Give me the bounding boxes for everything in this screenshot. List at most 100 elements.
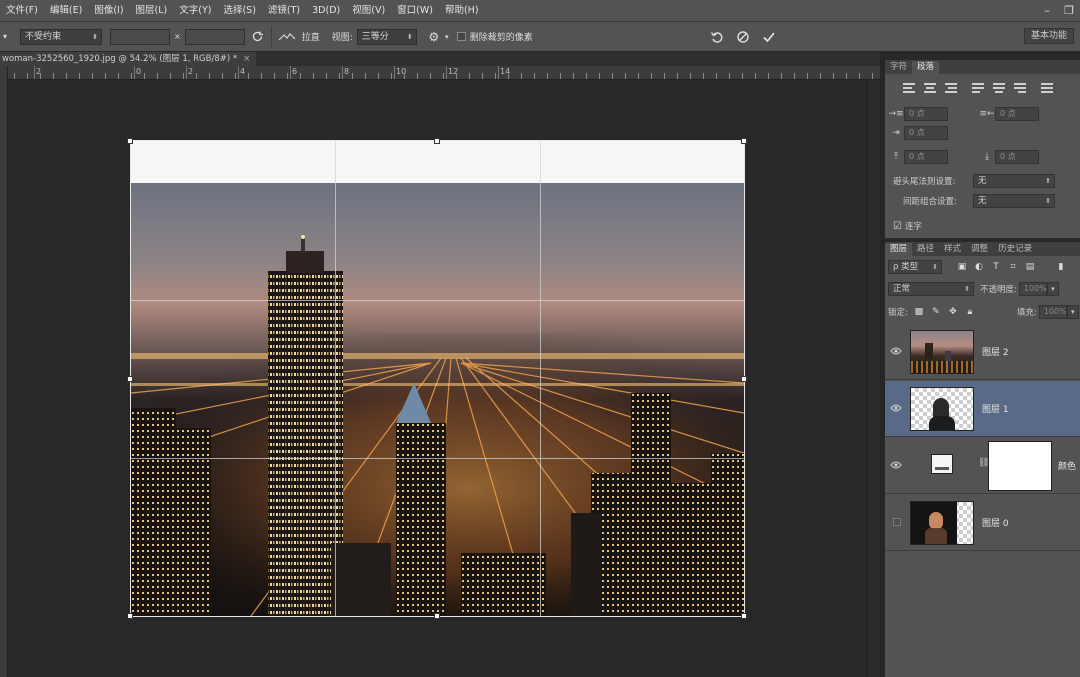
overlay-view-select[interactable]: 三等分 ⬍ [356,28,417,45]
vertical-scrollbar[interactable] [867,81,880,677]
space-before-input[interactable]: 0 点 [904,150,948,164]
chevron-down-icon[interactable]: ▾ [443,28,451,46]
delete-cropped-checkbox[interactable] [456,32,466,41]
minimize-button[interactable]: – [1036,0,1058,20]
align-left-icon[interactable] [902,82,916,94]
opacity-input[interactable]: 100% [1018,282,1047,296]
lock-icon[interactable]: 🔒︎ [964,306,976,318]
crop-tool-preset-icon[interactable]: ▾ [0,28,14,46]
justify-last-center-icon[interactable] [992,82,1006,94]
space-after-input[interactable]: 0 点 [995,150,1039,164]
layer-name[interactable]: 图层 1 [982,402,1009,415]
document-tab[interactable]: woman-3252560_1920.jpg @ 54.2% (图层 1, RG… [0,52,257,66]
menu-image[interactable]: 图像(I) [88,0,129,22]
left-indent-input[interactable]: 0 点 [904,107,948,121]
menu-3d[interactable]: 3D(D) [306,0,346,22]
eye-icon[interactable] [890,460,902,470]
crop-handle-left[interactable] [127,376,133,382]
menu-type[interactable]: 文字(Y) [173,0,217,22]
justify-last-left-icon[interactable] [971,82,985,94]
crop-handle-bottom[interactable] [434,613,440,619]
eye-icon[interactable] [890,346,902,356]
reset-crop-icon[interactable] [708,28,726,46]
horizontal-ruler[interactable]: 2 0 2 4 6 8 10 12 14 [8,66,880,80]
ruler-minor-tick [391,73,392,79]
vertical-ruler[interactable] [0,66,8,677]
menu-window[interactable]: 窗口(W) [391,0,439,22]
lock-image-icon[interactable]: ✎ [930,306,942,318]
visibility-toggle[interactable] [893,518,901,526]
crop-handle-top-left[interactable] [127,138,133,144]
ruler-minor-tick [235,73,236,79]
ruler-minor-tick [690,73,691,79]
workspace-switcher[interactable]: 基本功能 [1023,28,1074,44]
crop-width-input[interactable] [110,28,170,45]
layer-name[interactable]: 颜色 [1058,459,1076,472]
swap-dimensions-icon[interactable] [249,28,267,46]
gear-icon[interactable]: ⚙ [425,28,443,46]
checkmark-icon[interactable]: ☑ [893,221,902,232]
artboard[interactable] [131,141,744,616]
align-right-icon[interactable] [944,82,958,94]
lock-position-icon[interactable]: ✥ [947,306,959,318]
first-line-indent-input[interactable]: 0 点 [904,126,948,140]
type-filter-icon[interactable]: T [990,261,1002,273]
mojikumi-select[interactable]: 无 ⬍ [973,194,1055,208]
filter-toggle-icon[interactable]: ▮ [1055,261,1067,273]
menu-select[interactable]: 选择(S) [217,0,261,22]
restore-button[interactable]: ❐ [1058,0,1080,20]
layer-name[interactable]: 图层 2 [982,345,1009,358]
crop-handle-bottom-left[interactable] [127,613,133,619]
crop-handle-bottom-right[interactable] [741,613,747,619]
layer-mask-thumbnail[interactable] [988,441,1052,491]
ruler-minor-tick [300,73,301,79]
chevron-down-icon[interactable]: ▾ [1066,305,1079,319]
fill-input[interactable]: 100% [1038,305,1067,319]
tab-paths[interactable]: 路径 [912,243,939,256]
cancel-crop-icon[interactable] [734,28,752,46]
tab-styles[interactable]: 样式 [939,243,966,256]
layer-row[interactable]: 图层 1 [885,381,1080,437]
lock-transparent-icon[interactable]: ▩ [913,306,925,318]
menu-layer[interactable]: 图层(L) [130,0,174,22]
shape-filter-icon[interactable]: ⌗ [1007,261,1019,273]
straighten-button[interactable]: 拉直 [302,30,320,43]
ruler-minor-tick [287,73,288,79]
crop-height-input[interactable] [184,28,245,45]
menu-file[interactable]: 文件(F) [0,0,44,22]
tab-paragraph[interactable]: 段落 [912,61,940,74]
crop-handle-top-right[interactable] [741,138,747,144]
align-center-icon[interactable] [923,82,937,94]
layer-row[interactable]: ⛓ 颜色 [885,438,1080,494]
straighten-icon[interactable] [276,28,298,46]
smart-object-filter-icon[interactable]: ▤ [1024,261,1036,273]
tab-character[interactable]: 字符 [885,61,912,74]
menu-help[interactable]: 帮助(H) [439,0,485,22]
tab-adjustments[interactable]: 调整 [966,243,993,256]
layer-row[interactable]: 图层 0 [885,495,1080,551]
crop-handle-top[interactable] [434,138,440,144]
commit-crop-icon[interactable] [760,28,778,46]
options-bar: ▾ 不受约束 ⬍ × 拉直 视图: 三等分 ⬍ ⚙ ▾ 删除裁剪的像素 基本功能 [0,22,1080,52]
blend-mode-select[interactable]: 正常 ⬍ [888,282,974,296]
right-indent-input[interactable]: 0 点 [995,107,1039,121]
crop-handle-right[interactable] [741,376,747,382]
kinsoku-select[interactable]: 无 ⬍ [973,174,1055,188]
menu-view[interactable]: 视图(V) [346,0,391,22]
paragraph-panel-tabs: 字符 段落 [885,60,1080,74]
justify-all-icon[interactable] [1040,82,1054,94]
tab-history[interactable]: 历史记录 [993,243,1037,256]
justify-last-right-icon[interactable] [1013,82,1027,94]
tab-layers[interactable]: 图层 [885,243,913,256]
layer-row[interactable]: 图层 2 [885,324,1080,380]
menu-filter[interactable]: 滤镜(T) [262,0,306,22]
layer-filter-select[interactable]: ρ 类型 ⬍ [888,260,942,274]
crop-ratio-select[interactable]: 不受约束 ⬍ [20,28,102,45]
image-filter-icon[interactable]: ▣ [956,261,968,273]
close-icon[interactable]: × [243,52,250,66]
chevron-down-icon[interactable]: ▾ [1046,282,1059,296]
layer-name[interactable]: 图层 0 [982,516,1009,529]
menu-edit[interactable]: 编辑(E) [44,0,88,22]
adjustment-filter-icon[interactable]: ◐ [973,261,985,273]
eye-icon[interactable] [890,403,902,413]
